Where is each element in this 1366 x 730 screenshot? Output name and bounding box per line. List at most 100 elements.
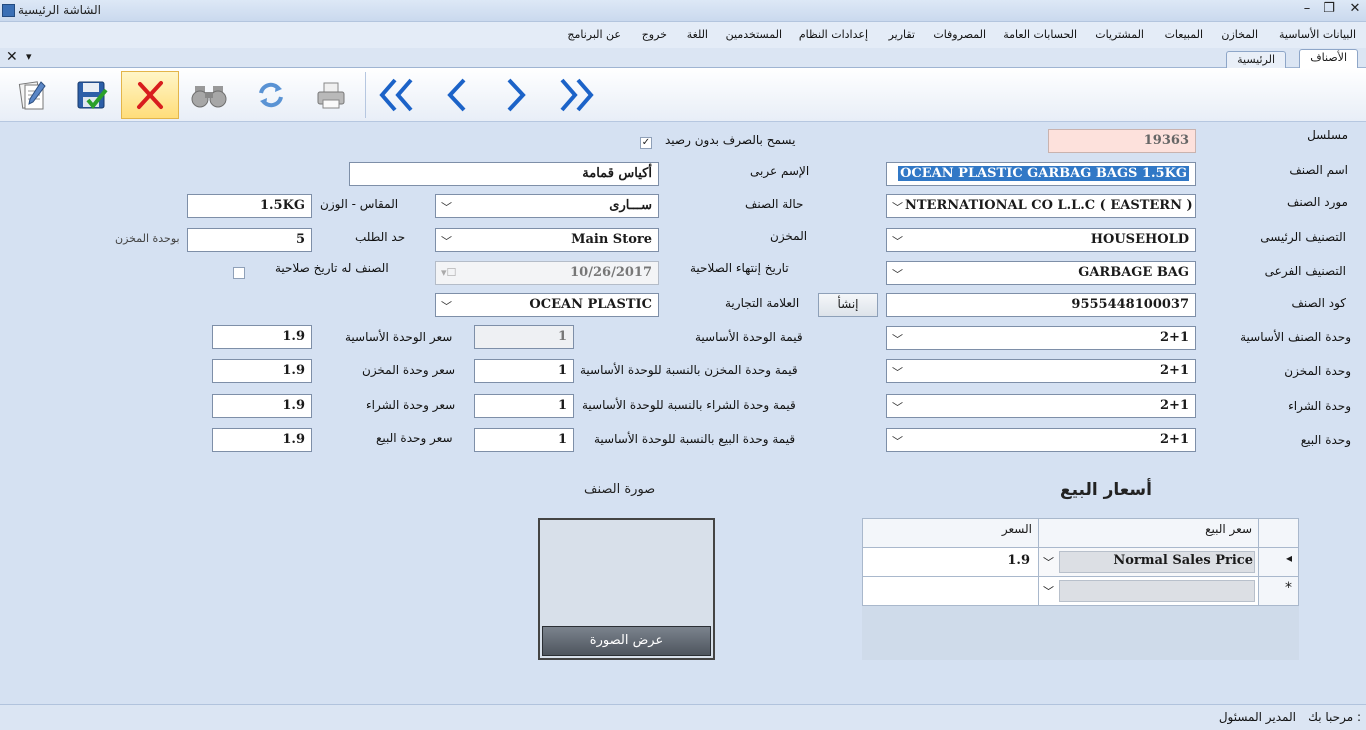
purchase-unit-value: 2+1 xyxy=(1160,398,1189,413)
reorder-limit-label: حد الطلب xyxy=(355,230,406,244)
reorder-limit-field[interactable]: 5 xyxy=(187,228,312,252)
size-weight-field[interactable]: 1.5KG xyxy=(187,194,312,218)
arabic-name-field[interactable]: أكياس قمامة xyxy=(349,162,659,186)
menu-exit[interactable]: خروج xyxy=(642,28,667,41)
menu-about[interactable]: عن البرنامج xyxy=(567,28,621,41)
first-record-button[interactable] xyxy=(368,71,426,119)
store-unit-combo[interactable]: 2+1 ﹀ xyxy=(886,359,1196,383)
sales-unit-combo[interactable]: 2+1 ﹀ xyxy=(886,428,1196,452)
status-value: ســـارى xyxy=(609,198,652,213)
item-code-field[interactable]: 9555448100037 xyxy=(886,293,1196,317)
chevron-down-icon: ﹀ xyxy=(892,366,903,379)
last-record-button[interactable] xyxy=(547,71,605,119)
store-unit-value-label: قيمة وحدة المخزن بالنسبة للوحدة الأساسية xyxy=(580,363,798,377)
sub-category-combo[interactable]: GARBAGE BAG ﹀ xyxy=(886,261,1196,285)
chevron-down-icon: ﹀ xyxy=(892,268,903,281)
new-sales-price-cell[interactable] xyxy=(862,576,1039,606)
supplier-combo[interactable]: NTERNATIONAL CO L.L.C ( EASTERN ) ﹀ xyxy=(886,194,1196,218)
base-unit-price-field[interactable]: 1.9 xyxy=(212,325,312,349)
refresh-button[interactable] xyxy=(242,71,300,119)
menu-sales[interactable]: المبيعات xyxy=(1165,28,1203,41)
serial-label: مسلسل xyxy=(1307,128,1348,142)
tab-home[interactable]: الرئيسية xyxy=(1226,51,1286,69)
previous-record-button[interactable] xyxy=(428,71,486,119)
base-unit-combo[interactable]: 2+1 ﹀ xyxy=(886,326,1196,350)
menu-reports[interactable]: تقارير xyxy=(889,28,915,41)
menu-basic-data[interactable]: البيانات الأساسية xyxy=(1279,28,1356,41)
menu-users[interactable]: المستخدمين xyxy=(726,28,782,41)
base-unit-label: وحدة الصنف الأساسية xyxy=(1240,330,1351,344)
store-unit-price-field[interactable]: 1.9 xyxy=(212,359,312,383)
print-button[interactable] xyxy=(302,71,360,119)
edit-button[interactable] xyxy=(3,71,61,119)
expiry-date-value: 10/26/2017 xyxy=(570,265,652,280)
store-unit-value-field[interactable]: 1 xyxy=(474,359,574,383)
brand-combo[interactable]: OCEAN PLASTIC ﹀ xyxy=(435,293,659,317)
main-category-combo[interactable]: HOUSEHOLD ﹀ xyxy=(886,228,1196,252)
close-window-button[interactable]: ✕ xyxy=(1344,1,1366,19)
supplier-label: مورد الصنف xyxy=(1286,195,1348,209)
store-unit-value: 2+1 xyxy=(1160,363,1189,378)
store-unit-label: وحدة المخزن xyxy=(1284,364,1351,378)
delete-button[interactable] xyxy=(121,71,179,119)
title-bar: الشاشة الرئيسية – ❐ ✕ xyxy=(0,0,1366,22)
tab-list-icon[interactable]: ▾ xyxy=(26,50,32,63)
sales-unit-label: وحدة البيع xyxy=(1300,433,1351,447)
minimize-button[interactable]: – xyxy=(1296,1,1318,19)
purchase-unit-value-field[interactable]: 1 xyxy=(474,394,574,418)
menu-expenses[interactable]: المصروفات xyxy=(933,28,986,41)
search-button[interactable] xyxy=(180,71,238,119)
sales-unit-price-label: سعر وحدة البيع xyxy=(376,431,453,445)
app-icon xyxy=(2,4,15,17)
sales-price-type-value: Normal Sales Price xyxy=(1113,553,1253,568)
new-sales-price-type-combo[interactable]: ﹀ xyxy=(1038,576,1259,606)
item-code-label: كود الصنف xyxy=(1291,296,1346,310)
chevron-down-icon: ﹀ xyxy=(892,333,903,346)
column-header-sales-price[interactable]: سعر البيع xyxy=(1038,518,1259,548)
store-combo[interactable]: Main Store ﹀ xyxy=(435,228,659,252)
restore-button[interactable]: ❐ xyxy=(1318,1,1340,19)
save-button[interactable] xyxy=(62,71,120,119)
sales-unit-value: 2+1 xyxy=(1160,432,1189,447)
menu-system-settings[interactable]: إعدادات النظام xyxy=(799,28,868,41)
has-expiry-label: الصنف له تاريخ صلاحية xyxy=(275,261,389,275)
allow-no-balance-checkbox[interactable]: ✓ xyxy=(640,137,652,149)
show-image-button[interactable]: عرض الصورة xyxy=(542,626,711,656)
menu-purchases[interactable]: المشتريات xyxy=(1095,28,1144,41)
menu-language[interactable]: اللغة xyxy=(687,28,708,41)
refresh-icon xyxy=(259,82,283,108)
item-name-field[interactable]: OCEAN PLASTIC GARBAG BAGS 1.5KG xyxy=(886,162,1196,186)
arabic-name-label: الإسم عربى xyxy=(750,164,810,178)
new-row-selector[interactable]: * xyxy=(1258,576,1299,606)
base-unit-value-field[interactable]: 1 xyxy=(474,325,574,349)
sales-prices-grid: سعر البيع السعر ◂ Normal Sales Price ﹀ 1… xyxy=(862,518,1299,660)
status-combo[interactable]: ســـارى ﹀ xyxy=(435,194,659,218)
print-icon xyxy=(317,82,345,109)
menu-general-accounts[interactable]: الحسابات العامة xyxy=(1003,28,1077,41)
row-selector[interactable]: ◂ xyxy=(1258,547,1299,577)
column-header-price[interactable]: السعر xyxy=(862,518,1039,548)
chevron-down-icon: ﹀ xyxy=(441,201,452,214)
sales-unit-price-field[interactable]: 1.9 xyxy=(212,428,312,452)
tab-items[interactable]: الأصناف xyxy=(1299,49,1358,69)
delete-icon xyxy=(137,81,163,109)
has-expiry-checkbox[interactable] xyxy=(233,267,245,279)
tab-strip: ✕ ▾ الأصناف الرئيسية xyxy=(0,48,1366,69)
create-code-button[interactable]: إنشأ xyxy=(818,293,878,317)
sales-price-cell[interactable]: 1.9 xyxy=(862,547,1039,577)
menu-stores[interactable]: المخازن xyxy=(1221,28,1258,41)
purchase-unit-price-field[interactable]: 1.9 xyxy=(212,394,312,418)
close-tab-icon[interactable]: ✕ xyxy=(6,49,18,65)
expiry-date-picker[interactable]: 10/26/2017 ▾☐ xyxy=(435,261,659,285)
serial-field[interactable]: 19363 xyxy=(1048,129,1196,153)
base-unit-value: 2+1 xyxy=(1160,330,1189,345)
purchase-unit-combo[interactable]: 2+1 ﹀ xyxy=(886,394,1196,418)
new-sales-price-type-box xyxy=(1059,580,1255,602)
next-record-button[interactable] xyxy=(487,71,545,119)
chevron-down-icon: ﹀ xyxy=(892,199,903,215)
sales-price-type-combo[interactable]: Normal Sales Price ﹀ xyxy=(1038,547,1259,577)
base-unit-value-label: قيمة الوحدة الأساسية xyxy=(695,330,803,344)
item-name-value: OCEAN PLASTIC GARBAG BAGS 1.5KG xyxy=(898,166,1189,181)
sales-unit-value-field[interactable]: 1 xyxy=(474,428,574,452)
row-header-corner xyxy=(1258,518,1299,548)
